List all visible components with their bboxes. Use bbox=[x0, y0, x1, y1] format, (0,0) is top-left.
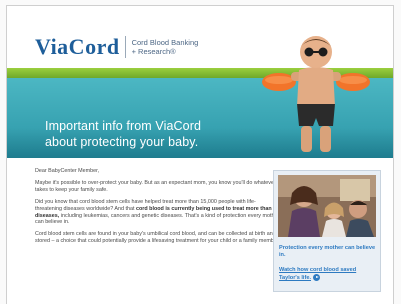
logo-divider bbox=[124, 36, 126, 58]
hero-headline-line2: about protecting your baby. bbox=[45, 135, 199, 149]
logo-tagline-line2: + Research® bbox=[131, 47, 176, 56]
logo-tagline-line1: Cord Blood Banking bbox=[131, 38, 199, 47]
paragraph-1: Maybe it's possible to over-protect your… bbox=[35, 179, 280, 193]
video-promo-panel: Protection every mother can believe in. … bbox=[273, 170, 381, 292]
paragraph-2-end: including leukemias, cancers and genetic… bbox=[35, 212, 280, 226]
email-body: Dear BabyCenter Member, Maybe it's possi… bbox=[35, 168, 281, 250]
hero-headline: Important info from ViaCord about protec… bbox=[45, 118, 201, 150]
viacord-logo[interactable]: ViaCord Cord Blood Banking + Research® bbox=[35, 34, 198, 60]
paragraph-2: Did you know that cord blood stem cells … bbox=[35, 199, 281, 227]
email-frame: ViaCord Cord Blood Banking + Research® I… bbox=[6, 5, 394, 304]
logo-tagline: Cord Blood Banking + Research® bbox=[132, 38, 199, 56]
hero-headline-line1: Important info from ViaCord bbox=[45, 119, 202, 133]
logo-wordmark: ViaCord bbox=[35, 34, 120, 59]
watch-video-link[interactable]: Watch how cord blood saved Taylor's life… bbox=[279, 267, 377, 282]
greeting: Dear BabyCenter Member, bbox=[35, 168, 100, 174]
paragraph-3: Cord blood stem cells are found in your … bbox=[35, 231, 280, 245]
play-icon[interactable] bbox=[313, 274, 321, 281]
panel-title: Protection every mother can believe in. bbox=[279, 245, 376, 258]
video-thumbnail[interactable] bbox=[278, 175, 376, 237]
baby-swimmer-image bbox=[262, 36, 370, 152]
